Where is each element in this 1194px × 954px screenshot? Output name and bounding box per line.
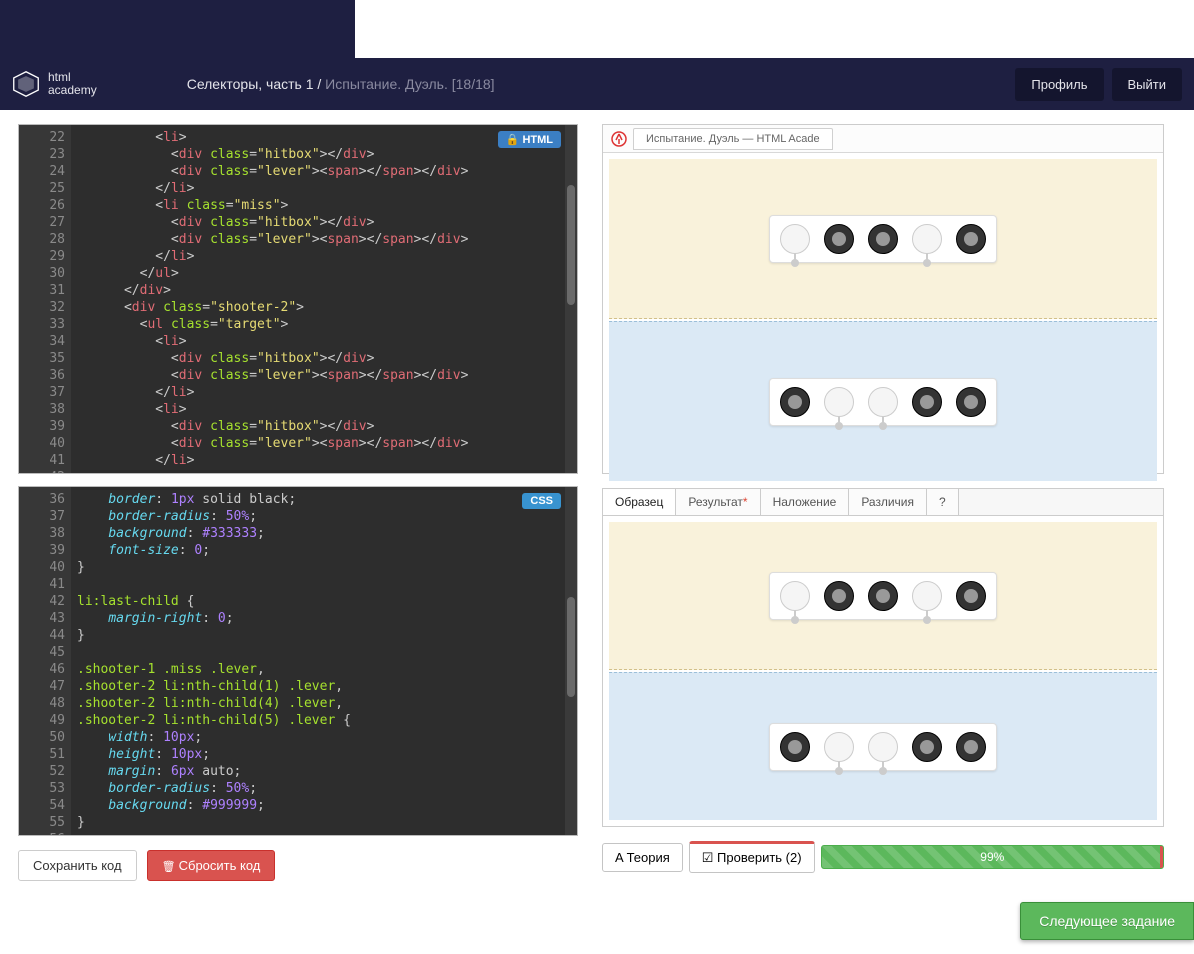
target-hit <box>824 581 854 611</box>
tab-help[interactable]: ? <box>927 489 959 515</box>
compare-tabs: Образец Результат* Наложение Различия ? <box>603 489 1163 516</box>
save-button[interactable]: Сохранить код <box>18 850 137 881</box>
logout-button[interactable]: Выйти <box>1112 68 1183 101</box>
target-hit <box>956 224 986 254</box>
tab-sample[interactable]: Образец <box>603 489 676 515</box>
preview-content <box>603 153 1163 487</box>
css-gutter: 3637383940414243444546474849505152535455… <box>19 487 71 835</box>
bottom-bar: A Теория ☑ Проверить (2) 99% <box>602 841 1164 873</box>
target-hit <box>912 387 942 417</box>
check-button[interactable]: ☑ Проверить (2) <box>689 841 815 873</box>
preview-panel: Испытание. Дуэль — HTML Acade <box>602 124 1164 474</box>
scroll-thumb[interactable] <box>567 185 575 305</box>
target-hit <box>824 224 854 254</box>
target-strip <box>769 723 997 771</box>
browser-tab[interactable]: Испытание. Дуэль — HTML Acade <box>633 128 833 150</box>
target-miss <box>824 732 854 762</box>
logo-icon <box>12 70 40 98</box>
scroll-thumb[interactable] <box>567 597 575 697</box>
target-hit <box>868 581 898 611</box>
reset-button[interactable]: Сбросить код <box>147 850 276 881</box>
target-hit <box>956 581 986 611</box>
tab-result[interactable]: Результат* <box>676 489 760 515</box>
css-code[interactable]: border: 1px solid black; border-radius: … <box>71 487 569 835</box>
logo-text: htmlacademy <box>48 71 97 97</box>
top-banner <box>0 0 355 58</box>
compare-content <box>603 516 1163 826</box>
target-strip <box>769 572 997 620</box>
shooter-2-field-sample <box>609 672 1157 820</box>
target-miss <box>824 387 854 417</box>
target-hit <box>956 387 986 417</box>
scrollbar[interactable] <box>565 487 577 835</box>
breadcrumb: Селекторы, часть 1 / Испытание. Дуэль. [… <box>187 76 495 92</box>
browser-chrome: Испытание. Дуэль — HTML Acade <box>603 125 1163 153</box>
progress-bar: 99% <box>821 845 1164 869</box>
html-code[interactable]: <li> <div class="hitbox"></div> <div cla… <box>71 125 569 473</box>
theory-button[interactable]: A Теория <box>602 843 683 872</box>
target-miss <box>912 581 942 611</box>
target-miss <box>780 224 810 254</box>
target-miss <box>868 732 898 762</box>
breadcrumb-section[interactable]: Селекторы, часть 1 / <box>187 76 325 92</box>
target-hit <box>868 224 898 254</box>
target-strip <box>769 378 997 426</box>
target-hit <box>780 387 810 417</box>
profile-button[interactable]: Профиль <box>1015 68 1103 101</box>
header-actions: Профиль Выйти <box>1015 68 1182 101</box>
html-editor[interactable]: 🔒 HTML 222324252627282930313233343536373… <box>18 124 578 474</box>
tab-overlay[interactable]: Наложение <box>761 489 850 515</box>
target-miss <box>868 387 898 417</box>
shooter-1-field <box>609 159 1157 319</box>
breadcrumb-task: Испытание. Дуэль. [18/18] <box>325 76 494 92</box>
target-miss <box>780 581 810 611</box>
target-hit <box>956 732 986 762</box>
next-task-button[interactable]: Следующее задание <box>1020 902 1194 940</box>
shooter-1-field-sample <box>609 522 1157 670</box>
target-hit <box>780 732 810 762</box>
scrollbar[interactable] <box>565 125 577 473</box>
css-editor[interactable]: CSS 363738394041424344454647484950515253… <box>18 486 578 836</box>
logo[interactable]: htmlacademy <box>12 70 97 98</box>
editor-actions: Сохранить код Сбросить код <box>18 848 578 881</box>
html-gutter: 2223242526272829303132333435363738394041… <box>19 125 71 473</box>
header: htmlacademy Селекторы, часть 1 / Испытан… <box>0 58 1194 110</box>
target-strip <box>769 215 997 263</box>
yandex-icon <box>611 131 627 147</box>
target-hit <box>912 732 942 762</box>
compare-panel: Образец Результат* Наложение Различия ? <box>602 488 1164 827</box>
shooter-2-field <box>609 321 1157 481</box>
target-miss <box>912 224 942 254</box>
tab-diff[interactable]: Различия <box>849 489 927 515</box>
